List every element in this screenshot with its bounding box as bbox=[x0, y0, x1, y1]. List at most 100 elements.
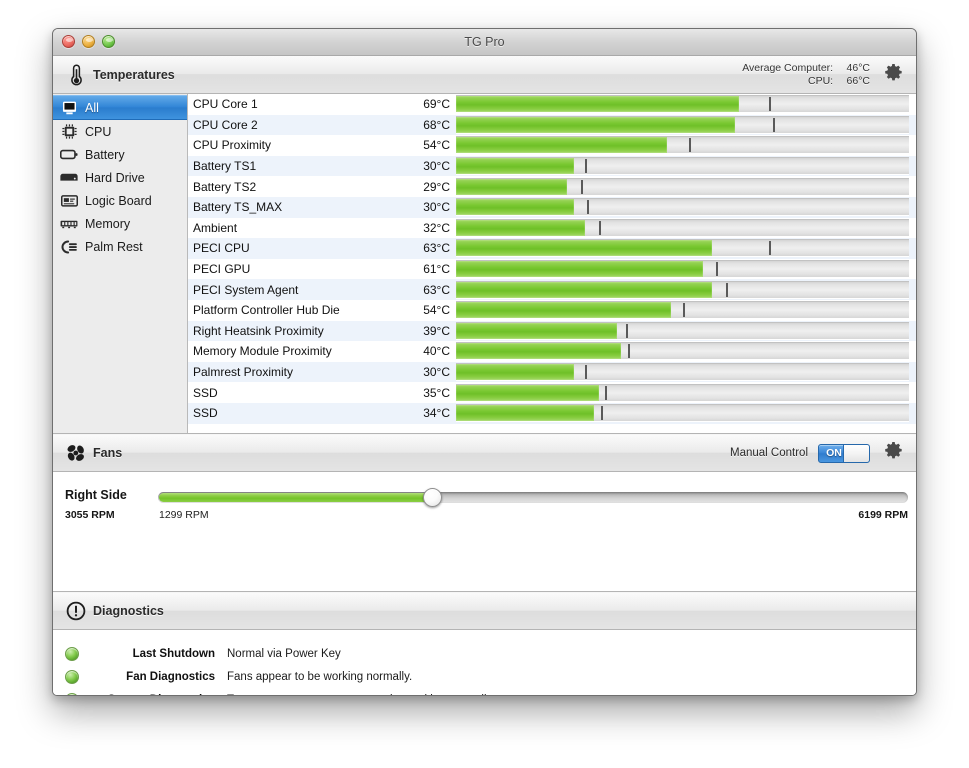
sensor-bar bbox=[456, 218, 909, 237]
sensor-bar bbox=[456, 280, 909, 299]
fan-slider-knob[interactable] bbox=[422, 488, 442, 507]
exclamation-circle-icon bbox=[63, 601, 89, 621]
sensor-name: Platform Controller Hub Die bbox=[193, 303, 340, 318]
sidebar-item-cpu[interactable]: CPU bbox=[53, 120, 187, 143]
average-cpu-value: 66°C bbox=[846, 74, 870, 87]
sensor-value: 63°C bbox=[423, 282, 450, 297]
sensor-name: CPU Core 1 bbox=[193, 97, 258, 112]
fans-settings-button[interactable] bbox=[880, 440, 906, 466]
average-computer-value: 46°C bbox=[846, 61, 870, 74]
manual-control-label: Manual Control bbox=[730, 447, 808, 459]
sensor-row[interactable]: Palmrest Proximity 30°C bbox=[188, 361, 916, 383]
sensor-row[interactable]: PECI System Agent 63°C bbox=[188, 279, 916, 300]
manual-control-toggle[interactable]: ON bbox=[818, 443, 870, 463]
sensor-row[interactable]: PECI CPU 63°C bbox=[188, 238, 916, 259]
temperatures-title: Temperatures bbox=[93, 67, 175, 82]
sensor-bar bbox=[456, 301, 909, 320]
sensor-row[interactable]: Battery TS_MAX 30°C bbox=[188, 196, 916, 218]
status-led-icon bbox=[65, 646, 79, 661]
sensor-bar bbox=[456, 363, 909, 382]
fans-title: Fans bbox=[93, 446, 123, 460]
sensor-name: PECI CPU bbox=[193, 241, 250, 256]
sensor-value: 54°C bbox=[423, 138, 450, 153]
sidebar-item-all[interactable]: All bbox=[53, 95, 187, 120]
sensor-peak-marker bbox=[628, 344, 631, 359]
temperatures-section-header: Temperatures Average Computer: 46°C CPU:… bbox=[53, 56, 916, 94]
sensor-peak-marker bbox=[585, 365, 588, 380]
sensor-bar-fill bbox=[456, 302, 672, 319]
sidebar-item-label: Memory bbox=[85, 216, 131, 231]
diagnostic-text: Fans appear to be working normally. bbox=[227, 670, 413, 683]
window-title: TG Pro bbox=[464, 35, 505, 49]
sensor-peak-marker bbox=[580, 179, 583, 194]
sidebar-item-label: Hard Drive bbox=[85, 170, 145, 185]
sensor-bar-fill bbox=[456, 199, 574, 216]
sidebar-item-label: All bbox=[85, 100, 99, 115]
sensor-row[interactable]: CPU Core 2 68°C bbox=[188, 114, 916, 136]
diagnostic-label: Fan Diagnostics bbox=[126, 670, 215, 683]
palm-rest-icon bbox=[59, 239, 79, 255]
fan-current-rpm: 3055 RPM bbox=[65, 509, 115, 521]
sensor-value: 61°C bbox=[423, 262, 450, 277]
fan-icon bbox=[63, 443, 89, 463]
sensor-bar-fill bbox=[456, 364, 574, 381]
memory-ram-icon bbox=[59, 216, 79, 232]
sensor-row[interactable]: SSD 34°C bbox=[188, 402, 916, 424]
average-cpu-label: CPU: bbox=[807, 74, 834, 87]
temperatures-settings-button[interactable] bbox=[880, 62, 906, 88]
sidebar-item-logic-board[interactable]: Logic Board bbox=[53, 189, 187, 212]
cpu-chip-icon bbox=[59, 124, 79, 140]
sensor-peak-marker bbox=[768, 241, 771, 256]
sensor-bar-fill bbox=[456, 261, 703, 278]
fans-section-header: Fans Manual Control ON bbox=[53, 434, 916, 472]
sensor-bar bbox=[456, 198, 909, 217]
sensor-row[interactable]: SSD 35°C bbox=[188, 382, 916, 403]
sensor-value: 32°C bbox=[423, 220, 450, 235]
status-led-icon bbox=[65, 692, 79, 695]
average-temps: Average Computer: 46°C CPU: 66°C bbox=[742, 62, 870, 88]
sidebar-item-battery[interactable]: Battery bbox=[53, 143, 187, 166]
sensor-bar bbox=[456, 260, 909, 279]
sensor-value: 35°C bbox=[423, 385, 450, 400]
sensor-peak-marker bbox=[585, 159, 588, 174]
diagnostic-text: Temperature sensors appear to be working… bbox=[227, 694, 495, 696]
sensor-peak-marker bbox=[716, 262, 719, 277]
sensor-bar-fill bbox=[456, 178, 567, 195]
sensor-row[interactable]: PECI GPU 61°C bbox=[188, 259, 916, 280]
sidebar-item-label: Logic Board bbox=[85, 193, 152, 208]
sensor-value: 30°C bbox=[423, 159, 450, 174]
sensor-bar-fill bbox=[456, 384, 599, 401]
sensor-row[interactable]: Battery TS2 29°C bbox=[188, 176, 916, 197]
fan-name: Right Side bbox=[65, 488, 127, 502]
window-titlebar: TG Pro bbox=[53, 29, 916, 56]
sensor-name: Right Heatsink Proximity bbox=[193, 323, 324, 338]
sensor-peak-marker bbox=[689, 138, 692, 153]
toggle-knob bbox=[843, 444, 869, 462]
fan-speed-slider[interactable] bbox=[158, 488, 908, 507]
hard-drive-icon bbox=[59, 170, 79, 186]
sensor-value: 34°C bbox=[423, 406, 450, 421]
sensor-bar-fill bbox=[456, 158, 574, 175]
sensor-peak-marker bbox=[625, 323, 628, 338]
sidebar-item-memory[interactable]: Memory bbox=[53, 212, 187, 235]
sidebar-item-palm-rest[interactable]: Palm Rest bbox=[53, 235, 187, 258]
diagnostic-label: Sensor Diagnostics bbox=[79, 694, 227, 696]
sensor-peak-marker bbox=[587, 200, 590, 215]
sensor-row[interactable]: CPU Core 1 69°C bbox=[188, 94, 916, 115]
sensor-bar-fill bbox=[456, 343, 622, 360]
sensor-row[interactable]: Right Heatsink Proximity 39°C bbox=[188, 320, 916, 342]
sensor-row[interactable]: Memory Module Proximity 40°C bbox=[188, 341, 916, 362]
sensor-bar bbox=[456, 157, 909, 176]
sensor-name: CPU Core 2 bbox=[193, 117, 258, 132]
sensor-row[interactable]: Battery TS1 30°C bbox=[188, 155, 916, 177]
sidebar-item-hard-drive[interactable]: Hard Drive bbox=[53, 166, 187, 189]
sensor-value: 39°C bbox=[423, 323, 450, 338]
sensor-name: Battery TS2 bbox=[193, 179, 257, 194]
sensor-row[interactable]: Ambient 32°C bbox=[188, 218, 916, 239]
sensor-name: PECI System Agent bbox=[193, 282, 299, 297]
sensor-row[interactable]: Platform Controller Hub Die 54°C bbox=[188, 300, 916, 321]
fan-slider-fill bbox=[159, 493, 431, 502]
sensor-name: CPU Proximity bbox=[193, 138, 272, 153]
sensor-row[interactable]: CPU Proximity 54°C bbox=[188, 135, 916, 156]
sensor-value: 63°C bbox=[423, 241, 450, 256]
